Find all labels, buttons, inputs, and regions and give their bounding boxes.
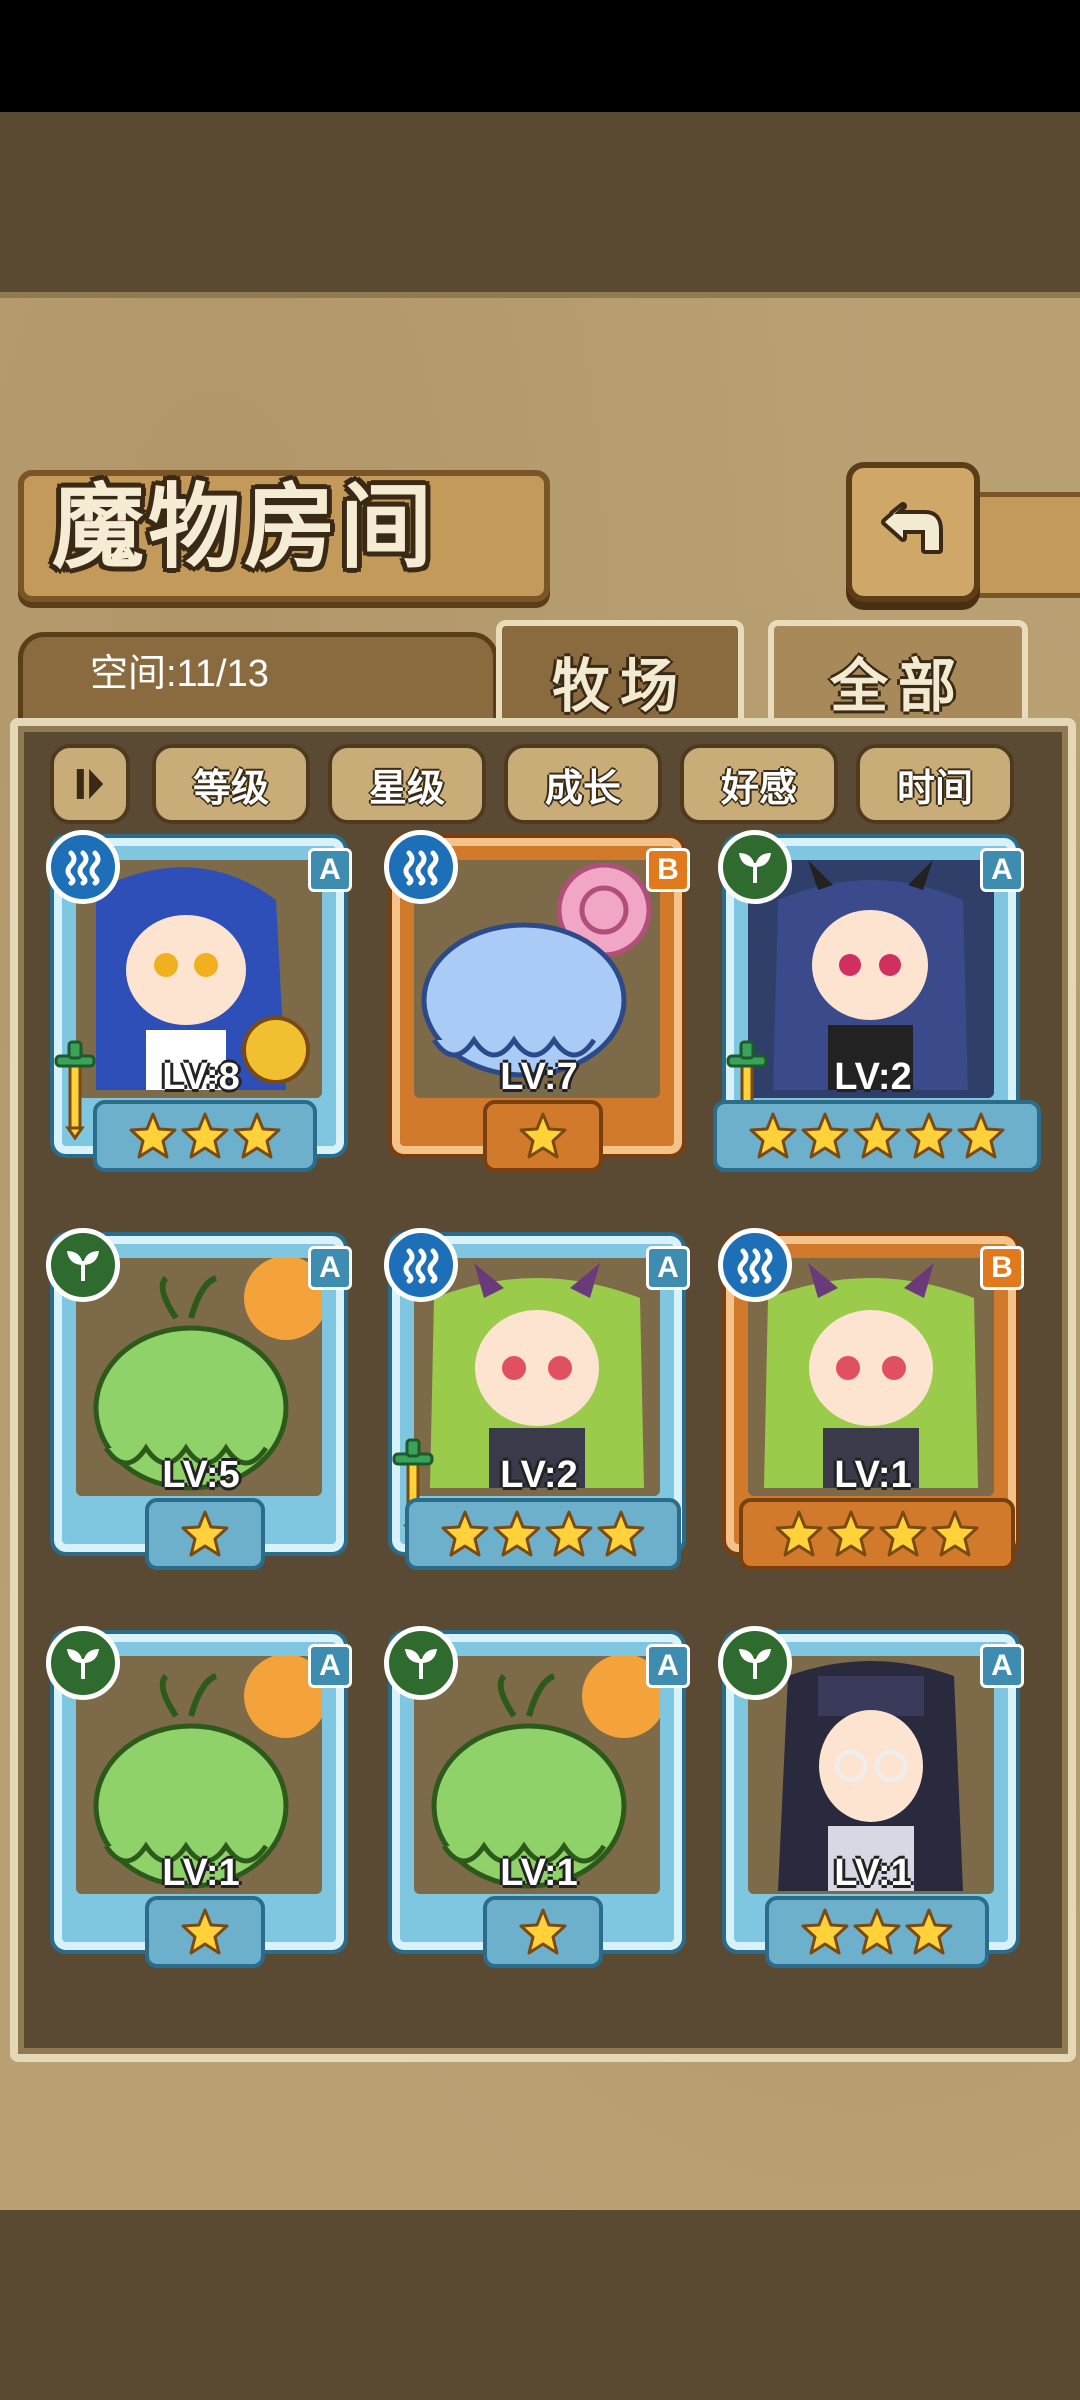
star-rating [145,1498,265,1570]
sort-toggle-button[interactable] [50,744,130,824]
bottom-map-strip [0,2210,1080,2400]
water-element-icon [65,850,101,886]
space-count: 空间:11/13 [90,653,269,695]
level-label: LV:2 [834,1056,912,1098]
rank-badge: B [646,848,690,892]
rank-badge: A [980,848,1024,892]
monster-card[interactable]: A LV:1 [46,1626,356,1968]
star-rating [405,1498,681,1570]
star-icon [905,1112,953,1159]
nature-element-icon [405,1649,437,1679]
sort-by-growth-button[interactable]: 成长 [504,744,662,824]
star-icon [749,1112,797,1159]
level-label: LV:5 [162,1454,240,1496]
star-rating [93,1100,317,1172]
back-arrow-icon [881,502,943,554]
nature-element-badge [718,830,792,904]
star-rating [713,1100,1041,1172]
star-icon [957,1112,1005,1159]
top-map-strip [0,112,1080,292]
star-icon [827,1510,875,1557]
sort-toggle-icon [76,769,104,799]
star-rating [483,1896,603,1968]
rank-badge: B [980,1246,1024,1290]
monster-card[interactable]: B LV:1 [718,1228,1028,1570]
star-icon [801,1908,849,1955]
star-icon [441,1510,489,1557]
water-element-badge [718,1228,792,1302]
star-icon [775,1510,823,1557]
water-element-badge [384,830,458,904]
water-element-badge [46,830,120,904]
rank-badge: A [308,848,352,892]
rank-badge: A [646,1644,690,1688]
monster-card[interactable]: A LV:8 [46,830,356,1172]
monster-card[interactable]: A LV:1 [384,1626,694,1968]
sort-by-time-button[interactable]: 时间 [856,744,1014,824]
star-icon [129,1112,177,1159]
nature-element-badge [46,1626,120,1700]
nature-element-badge [384,1626,458,1700]
level-label: LV:1 [162,1852,240,1894]
star-icon [181,1510,229,1557]
monster-card[interactable]: A LV:1 [718,1626,1028,1968]
water-element-icon [403,850,439,886]
star-rating [765,1896,989,1968]
star-icon [931,1510,979,1557]
star-rating [145,1896,265,1968]
star-icon [879,1510,927,1557]
status-bar [0,0,1080,112]
rank-badge: A [308,1246,352,1290]
level-label: LV:1 [834,1454,912,1496]
level-label: LV:7 [500,1056,578,1098]
star-icon [519,1112,567,1159]
monster-card[interactable]: A LV:2 [713,830,1041,1172]
star-icon [519,1908,567,1955]
nature-element-icon [67,1251,99,1281]
sort-by-affection-button[interactable]: 好感 [680,744,838,824]
water-element-badge [384,1228,458,1302]
level-label: LV:8 [162,1056,240,1098]
star-icon [853,1112,901,1159]
sort-by-stars-button[interactable]: 星级 [328,744,486,824]
nature-element-icon [739,853,771,883]
nature-element-badge [718,1626,792,1700]
rank-badge: A [980,1644,1024,1688]
star-icon [233,1112,281,1159]
star-icon [181,1908,229,1955]
monster-card[interactable]: A LV:5 [46,1228,356,1570]
water-element-icon [737,1248,773,1284]
star-icon [801,1112,849,1159]
nature-element-badge [46,1228,120,1302]
rank-badge: A [646,1246,690,1290]
page-title: 魔物房间 [52,473,437,581]
star-icon [853,1908,901,1955]
star-rating [483,1100,603,1172]
sort-by-level-button[interactable]: 等级 [152,744,310,824]
monster-card[interactable]: A LV:2 [384,1228,694,1570]
star-rating [739,1498,1015,1570]
rank-badge: A [308,1644,352,1688]
nature-element-icon [67,1649,99,1679]
star-icon [181,1112,229,1159]
nature-element-icon [739,1649,771,1679]
water-element-icon [403,1248,439,1284]
star-icon [493,1510,541,1557]
level-label: LV:1 [834,1852,912,1894]
monster-card[interactable]: B LV:7 [384,830,694,1172]
star-icon [905,1908,953,1955]
star-icon [597,1510,645,1557]
level-label: LV:2 [500,1454,578,1496]
star-icon [545,1510,593,1557]
back-button[interactable] [846,462,980,602]
level-label: LV:1 [500,1852,578,1894]
